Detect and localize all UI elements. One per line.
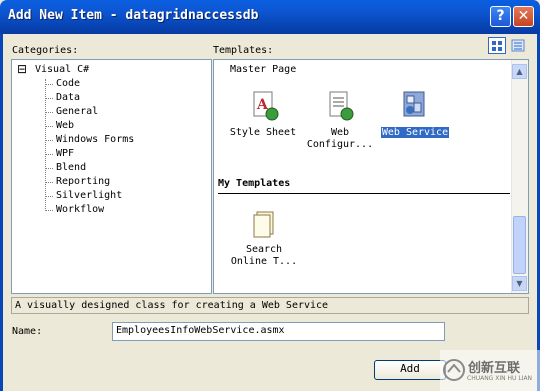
templates-list[interactable]: Master Page A Style Sheet Web Configur..…: [213, 59, 529, 294]
category-item-workflow[interactable]: Workflow: [56, 204, 104, 215]
categories-tree[interactable]: ⊟ Visual C# Code Data General Web Windows Fo…: [11, 59, 212, 294]
description-bar: A visually designed class for creating a…: [11, 297, 529, 314]
watermark: 创新互联 CHUANG XIN HU LIAN: [440, 350, 540, 391]
tree-connector: [45, 140, 53, 142]
tree-connector: [45, 98, 53, 100]
close-button[interactable]: ✕: [513, 6, 534, 27]
my-templates-header: My Templates: [218, 178, 291, 189]
window-title: Add New Item - datagridnaccessdb: [8, 8, 259, 23]
tree-connector: [45, 154, 53, 156]
tree-connector: [45, 210, 53, 212]
scroll-thumb[interactable]: [513, 216, 526, 274]
watermark-text: 创新互联: [468, 361, 521, 376]
style-sheet-icon: A: [253, 91, 279, 121]
category-item-data[interactable]: Data: [56, 92, 80, 103]
template-web-config[interactable]: Web Configur...: [302, 127, 378, 151]
category-item-code[interactable]: Code: [56, 78, 80, 89]
large-icons-view-button[interactable]: [488, 37, 506, 54]
small-icons-view-button[interactable]: [509, 37, 527, 54]
categories-label: Categories:: [12, 45, 79, 56]
template-search-online[interactable]: Search Online T...: [228, 244, 300, 268]
template-style-sheet[interactable]: Style Sheet: [228, 127, 298, 139]
tree-connector: [45, 182, 53, 184]
template-search-online-line1: Search: [245, 244, 283, 255]
category-item-windows-forms[interactable]: Windows Forms: [56, 134, 134, 145]
web-config-icon: [329, 91, 354, 121]
tree-connector: [45, 168, 53, 170]
template-web-config-line1: Web: [330, 127, 350, 138]
help-button[interactable]: ?: [490, 6, 511, 27]
tree-connector: [45, 112, 53, 114]
template-web-service[interactable]: Web Service: [379, 127, 451, 139]
templates-scrollbar[interactable]: ▲ ▼: [511, 60, 528, 293]
small-icons-icon: [511, 39, 525, 52]
watermark-subtext: CHUANG XIN HU LIAN: [467, 375, 533, 382]
collapse-icon[interactable]: ⊟: [17, 63, 27, 75]
name-label: Name:: [12, 326, 43, 337]
template-web-config-line2: Configur...: [306, 139, 374, 150]
category-item-general[interactable]: General: [56, 106, 98, 117]
tree-connector: [45, 196, 53, 198]
category-item-reporting[interactable]: Reporting: [56, 176, 110, 187]
category-item-web[interactable]: Web: [56, 120, 74, 131]
section-divider: [218, 193, 510, 194]
scroll-down-button[interactable]: ▼: [512, 276, 527, 291]
tree-connector: [45, 126, 53, 128]
large-icons-icon: [492, 41, 502, 51]
web-service-icon: [403, 91, 425, 117]
category-item-wpf[interactable]: WPF: [56, 148, 74, 159]
search-online-icon: [253, 211, 274, 238]
template-master-page-label[interactable]: Master Page: [230, 64, 296, 75]
watermark-logo-icon: [443, 359, 465, 381]
tree-connector: [45, 84, 53, 86]
templates-label: Templates:: [213, 45, 274, 56]
name-input[interactable]: EmployeesInfoWebService.asmx: [112, 322, 445, 341]
tree-root-visual-csharp[interactable]: Visual C#: [35, 64, 89, 75]
scroll-up-button[interactable]: ▲: [512, 64, 527, 79]
category-item-silverlight[interactable]: Silverlight: [56, 190, 122, 201]
category-item-blend[interactable]: Blend: [56, 162, 86, 173]
add-button[interactable]: Add: [374, 360, 446, 380]
template-search-online-line2: Online T...: [230, 256, 298, 267]
